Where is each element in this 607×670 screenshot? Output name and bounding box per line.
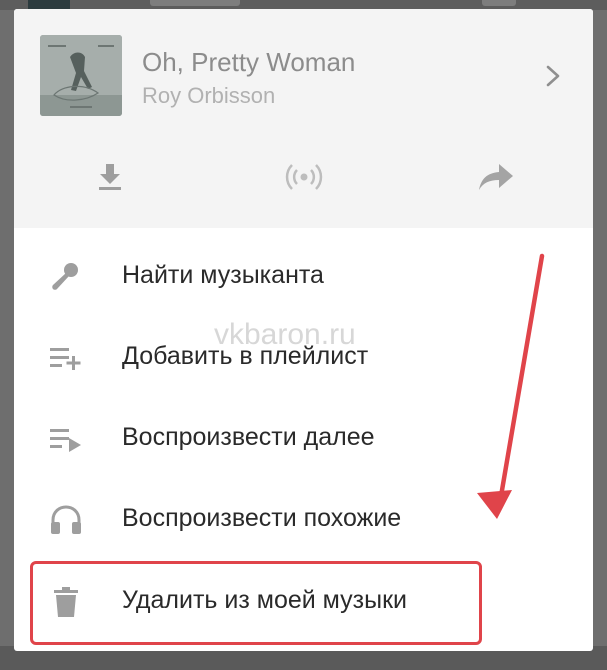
annotation-arrow-icon [477,253,545,519]
